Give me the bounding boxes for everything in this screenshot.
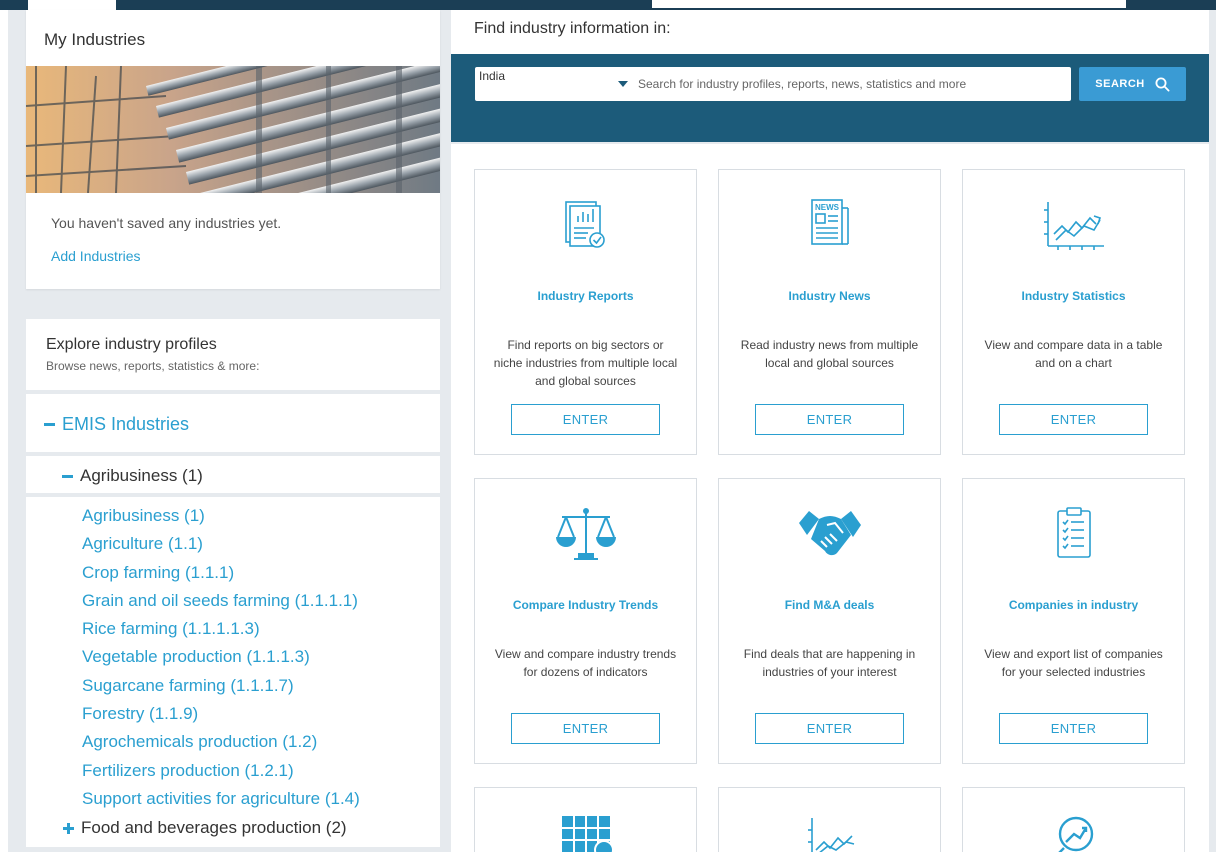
handshake-icon [798,511,861,556]
tree-item-grain-oil-seeds[interactable]: Grain and oil seeds farming (1.1.1.1) [82,587,360,615]
tree-root-emis-industries[interactable]: EMIS Industries [44,414,189,435]
enter-deals-button[interactable]: ENTER [755,713,904,744]
tree-item-support-activities[interactable]: Support activities for agriculture (1.4) [82,785,360,813]
clipboard-checklist-icon [1056,507,1091,558]
card-ma-deals: Find M&A deals Find deals that are happe… [718,478,941,764]
tree-item-vegetable-production[interactable]: Vegetable production (1.1.1.3) [82,643,360,671]
explore-header: Explore industry profiles Browse news, r… [46,336,259,373]
card-title: Industry News [788,289,871,303]
card-industry-statistics: Industry Statistics View and compare dat… [962,169,1185,455]
divider [26,847,440,852]
tree-item-sugarcane-farming[interactable]: Sugarcane farming (1.1.1.7) [82,672,360,700]
tree-item-agriculture[interactable]: Agriculture (1.1) [82,530,360,558]
expand-icon [63,822,74,834]
card-description: View and compare data in a table and on … [984,338,1163,370]
search-input[interactable]: India Search for industry profiles, repo… [475,67,1071,101]
card-title: Industry Statistics [1021,289,1126,303]
tree-group-food-beverages[interactable]: Food and beverages production (2) [63,818,347,838]
top-navigation-bar [0,0,1216,10]
card-partial-analysis [962,787,1185,852]
card-title: Compare Industry Trends [512,598,659,612]
enter-trends-button[interactable]: ENTER [511,713,660,744]
tree-item-agribusiness[interactable]: Agribusiness (1) [82,502,360,530]
scales-icon [555,508,616,560]
left-edge [0,10,8,852]
industry-hero-image [26,66,440,193]
divider [26,390,440,394]
add-industries-link[interactable]: Add Industries [51,248,141,264]
explore-subtitle: Browse news, reports, statistics & more: [46,359,260,373]
card-description: Find reports on big sectors or niche ind… [493,338,678,388]
news-icon: NEWS [810,199,849,245]
statistics-chart-icon [1043,202,1104,250]
search-placeholder: Search for industry profiles, reports, n… [638,77,967,91]
industry-tree-list: Agribusiness (1) Agriculture (1.1) Crop … [82,502,360,813]
card-industry-reports: Industry Reports Find reports on big sec… [474,169,697,455]
tree-group-label: Agribusiness (1) [80,466,203,485]
card-title: Find M&A deals [784,598,875,612]
search-heading: Find industry information in: [474,20,671,37]
search-icon [1155,77,1170,92]
card-title: Companies in industry [1008,598,1139,612]
tree-root-label: EMIS Industries [62,414,190,434]
svg-text:NEWS: NEWS [815,203,840,212]
search-button-label: SEARCH [1095,78,1145,90]
my-industries-card: My Industries You haven't saved any indu… [26,10,440,289]
card-description: Find deals that are happening in industr… [743,647,916,679]
magnifier-growth-icon [1057,816,1093,852]
collapse-icon [44,423,55,426]
statistics-chart-icon [807,818,854,852]
tree-item-fertilizers[interactable]: Fertilizers production (1.2.1) [82,757,360,785]
search-heading-panel: Find industry information in: [451,10,1209,54]
search-button[interactable]: SEARCH [1079,67,1186,101]
tree-item-forestry[interactable]: Forestry (1.1.9) [82,700,360,728]
active-nav-tab[interactable] [28,0,116,10]
card-industry-news: NEWS Industry News Read industry news fr… [718,169,941,455]
tree-item-agrochemicals[interactable]: Agrochemicals production (1.2) [82,728,360,756]
card-description: Read industry news from multiple local a… [740,338,919,370]
divider [26,493,440,497]
tree-item-rice-farming[interactable]: Rice farming (1.1.1.1.3) [82,615,360,643]
tree-group-agribusiness[interactable]: Agribusiness (1) [62,466,203,486]
explore-title: Explore industry profiles [46,336,217,353]
report-icon [564,201,605,248]
enter-news-button[interactable]: ENTER [755,404,904,435]
global-search-field[interactable] [652,0,1126,8]
enter-statistics-button[interactable]: ENTER [999,404,1148,435]
card-compare-trends: Compare Industry Trends View and compare… [474,478,697,764]
tree-group-label: Food and beverages production (2) [81,818,347,837]
card-companies-in-industry: Companies in industry View and export li… [962,478,1185,764]
my-industries-title: My Industries [44,30,146,49]
card-partial-chart [718,787,941,852]
tree-item-crop-farming[interactable]: Crop farming (1.1.1) [82,559,360,587]
collapse-icon [62,474,73,478]
enter-companies-button[interactable]: ENTER [999,713,1148,744]
card-description: View and export list of companies for yo… [984,647,1163,679]
no-saved-industries-message: You haven't saved any industries yet. [51,215,282,231]
table-gear-icon [561,816,614,852]
enter-reports-button[interactable]: ENTER [511,404,660,435]
country-select[interactable]: India [475,59,630,93]
card-title: Industry Reports [537,289,634,303]
divider [26,452,440,456]
card-partial-table [474,787,697,852]
explore-industry-profiles-card: Explore industry profiles Browse news, r… [26,319,440,852]
card-description: View and compare industry trends for doz… [494,647,677,679]
